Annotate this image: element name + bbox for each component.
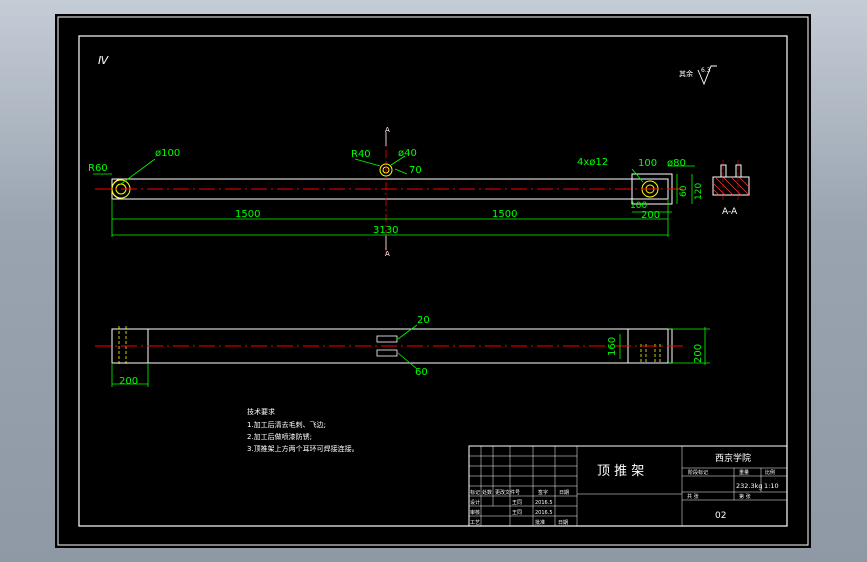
svg-text:签字: 签字	[538, 489, 548, 496]
svg-text:批准: 批准	[535, 519, 545, 526]
dim-r40: R40	[351, 149, 371, 160]
sheet-total: 共 张	[687, 493, 699, 500]
svg-text:2016.5: 2016.5	[535, 510, 553, 516]
dim-20: 20	[417, 315, 430, 326]
svg-text:2016.5: 2016.5	[535, 500, 553, 506]
scale-value: 1:10	[764, 482, 779, 490]
weight-value: 232.3kg	[736, 482, 763, 490]
sheet-code: Ⅳ	[98, 54, 109, 67]
dim-60-top: 60	[415, 367, 428, 378]
notes-item-3: 3.顶推架上方两个耳环可焊接连接。	[247, 444, 359, 453]
svg-text:工艺: 工艺	[470, 520, 480, 526]
dim-70: 70	[409, 165, 422, 176]
dim-1500-right: 1500	[492, 209, 517, 220]
svg-text:王同: 王同	[512, 500, 522, 506]
svg-text:设计: 设计	[470, 499, 480, 506]
part-name: 顶 推 架	[597, 464, 644, 479]
svg-text:更改文件号: 更改文件号	[495, 489, 520, 496]
title-block: 标记 处数 更改文件号 签字 日期 设计 审核 工艺 王同 王同 2016.5 …	[468, 445, 788, 527]
section-mark-top: A	[385, 126, 390, 134]
svg-text:标记: 标记	[470, 489, 480, 496]
dim-holes: 4xø12	[577, 157, 608, 168]
svg-text:比例: 比例	[765, 469, 775, 476]
dim-200-top: 200	[119, 376, 138, 387]
sheet-inner-border	[78, 35, 788, 527]
sheet-outer-border	[57, 16, 809, 546]
dim-d80: ø80	[667, 158, 686, 169]
roughness-symbol: 其余 6.3	[679, 65, 717, 86]
front-view: A A R60 ø100 R40 ø40 70 4xø12 100 ø80 10…	[88, 126, 704, 258]
dim-120: 120	[694, 183, 704, 200]
svg-text:6.3: 6.3	[701, 67, 711, 74]
drawing-svg: Ⅳ 其余 6.3 A A R60 ø100 R40 ø40 70 4xø12 1…	[57, 16, 809, 546]
dim-60: 60	[679, 185, 689, 197]
svg-text:其余: 其余	[679, 69, 693, 78]
school-name: 西京学院	[715, 452, 751, 464]
dim-r60: R60	[88, 163, 108, 174]
dim-1500-left: 1500	[235, 209, 260, 220]
svg-text:阶段标记: 阶段标记	[688, 469, 708, 476]
sheet-no: 第 张	[739, 493, 751, 500]
svg-text:日期: 日期	[558, 520, 568, 526]
svg-text:处数: 处数	[482, 489, 492, 496]
dim-200-side: 200	[693, 344, 704, 363]
section-mark-bottom: A	[385, 250, 390, 258]
svg-text:重量: 重量	[739, 469, 749, 476]
section-a-a: A-A	[712, 160, 750, 217]
svg-text:审核: 审核	[470, 509, 480, 516]
notes-title: 技术要求	[247, 407, 275, 416]
dim-200: 200	[641, 210, 660, 221]
svg-text:日期: 日期	[559, 490, 569, 496]
drawing-number: 02	[715, 511, 726, 521]
dim-100: 100	[638, 158, 657, 169]
dim-d40: ø40	[398, 148, 417, 159]
technical-notes: 技术要求 1.加工后清去毛刺、飞边; 2.加工后做喷漆防锈; 3.顶推架上方两个…	[247, 407, 359, 453]
notes-item-1: 1.加工后清去毛刺、飞边;	[247, 420, 326, 429]
dim-3130: 3130	[373, 225, 398, 236]
section-title: A-A	[722, 207, 738, 217]
dim-160: 160	[607, 337, 618, 356]
notes-item-2: 2.加工后做喷漆防锈;	[247, 432, 312, 441]
cad-model-space[interactable]: Ⅳ 其余 6.3 A A R60 ø100 R40 ø40 70 4xø12 1…	[55, 14, 811, 548]
svg-text:王同: 王同	[512, 510, 522, 516]
top-view: 200 20 60 160 200	[95, 315, 710, 387]
dim-d100: ø100	[155, 148, 180, 159]
